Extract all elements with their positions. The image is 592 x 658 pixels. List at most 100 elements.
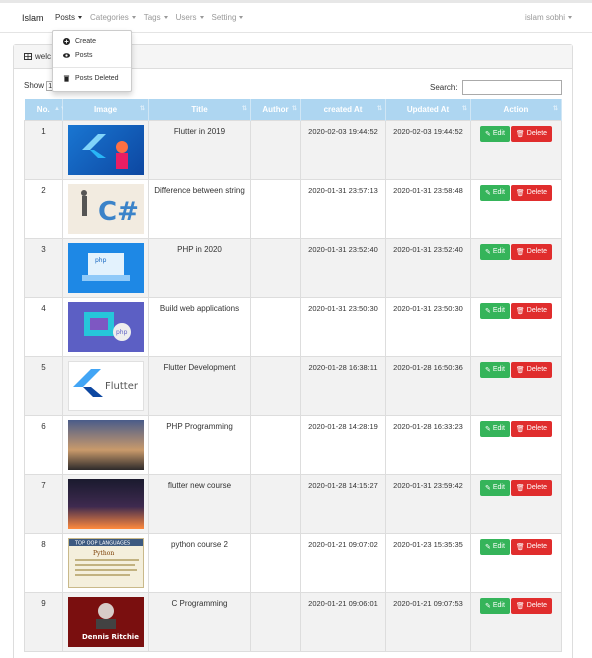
column-header-image[interactable]: Image ⇅ [62, 99, 149, 120]
search-input[interactable] [461, 80, 562, 95]
post-thumbnail[interactable] [67, 478, 144, 529]
cell-title: Flutter in 2019 [148, 119, 251, 180]
cell-no: 4 [24, 296, 63, 357]
nav-categories-label: Categories [90, 13, 129, 22]
edit-button[interactable]: ✎ Edit [479, 479, 510, 496]
nav-setting-label: Setting [211, 13, 237, 22]
delete-button[interactable]: 🗑 Delete [510, 302, 553, 319]
nav-posts[interactable]: Posts [55, 13, 83, 22]
table-row: 5 Flutter Flutter Development 2020-01-28… [24, 355, 562, 416]
cell-no: 2 [24, 178, 63, 239]
column-header-no[interactable]: No. ▲▼ [24, 99, 66, 120]
edit-button[interactable]: ✎ Edit [479, 597, 510, 614]
dropdown-item-create-label: Create [75, 38, 97, 45]
post-thumbnail[interactable]: TOP OOP LANGUAGES Python [67, 537, 144, 588]
cell-author [250, 296, 301, 357]
cell-no: 9 [24, 591, 63, 652]
cell-no: 5 [24, 355, 63, 416]
column-header-action[interactable]: Action ⇅ [470, 99, 562, 120]
dropdown-item-posts-deleted[interactable]: Posts Deleted [63, 75, 119, 82]
sort-icon: ⇅ [377, 106, 383, 112]
dropdown-item-posts[interactable]: Posts [63, 52, 93, 59]
table-row: 4 php Build web applications 2020-01-31 … [24, 296, 562, 357]
delete-button-label: Delete [526, 602, 548, 609]
post-thumbnail[interactable]: php [67, 242, 144, 293]
sort-icon: ⇅ [462, 106, 468, 112]
cell-actions: ✎ Edit 🗑 Delete [470, 119, 562, 180]
php-text: php [95, 257, 107, 264]
edit-button[interactable]: ✎ Edit [479, 243, 510, 260]
delete-button[interactable]: 🗑 Delete [510, 243, 553, 260]
posts-table: No. ▲▼ Image ⇅ Title ⇅ Author ⇅ created At ⇅ … [24, 99, 562, 652]
dropdown-divider [53, 67, 131, 68]
edit-button[interactable]: ✎ Edit [479, 302, 510, 319]
sort-icon: ⇅ [292, 106, 298, 112]
user-menu[interactable]: islam sobhi [525, 13, 572, 22]
post-thumbnail[interactable] [67, 419, 144, 470]
edit-button[interactable]: ✎ Edit [479, 361, 510, 378]
cell-actions: ✎ Edit 🗑 Delete [470, 591, 562, 652]
sort-icon: ⇅ [553, 106, 559, 112]
nav-setting[interactable]: Setting [212, 13, 244, 22]
column-header-created[interactable]: created At ⇅ [300, 99, 386, 120]
edit-button[interactable]: ✎ Edit [479, 420, 510, 437]
cell-updated-at: 2020-01-28 16:50:36 [385, 355, 471, 416]
caret-down-icon [78, 16, 83, 20]
delete-button[interactable]: 🗑 Delete [510, 479, 553, 496]
post-thumbnail[interactable]: Flutter [67, 360, 144, 411]
delete-button[interactable]: 🗑 Delete [510, 597, 553, 614]
column-header-title[interactable]: Title ⇅ [148, 99, 251, 120]
cell-author [250, 237, 301, 298]
python-banner-text: TOP OOP LANGUAGES [74, 540, 130, 546]
cell-created-at: 2020-01-28 14:15:27 [300, 473, 386, 534]
column-header-updated-label: Updated At [406, 104, 450, 114]
delete-button[interactable]: 🗑 Delete [510, 184, 553, 201]
sort-asc-icon: ▲▼ [54, 106, 66, 112]
nav-tags[interactable]: Tags [144, 13, 168, 22]
post-thumbnail[interactable] [67, 124, 144, 175]
cell-title: Flutter Development [148, 355, 251, 416]
table-row: 2 C# Difference between string 2020-01-3… [24, 178, 562, 239]
trash-icon [63, 75, 70, 82]
edit-button[interactable]: ✎ Edit [479, 538, 510, 555]
edit-icon: ✎ [484, 484, 491, 492]
sort-icon: ⇅ [242, 106, 248, 112]
cell-no: 6 [24, 414, 63, 475]
brand-link[interactable]: Islam [22, 13, 44, 23]
nav-users[interactable]: Users [176, 13, 204, 22]
column-header-updated[interactable]: Updated At ⇅ [385, 99, 471, 120]
post-thumbnail[interactable]: php [67, 301, 144, 352]
trash-icon: 🗑 [515, 425, 525, 433]
cell-updated-at: 2020-01-31 23:52:40 [385, 237, 471, 298]
php-badge-text: php [116, 329, 128, 336]
delete-button[interactable]: 🗑 Delete [510, 538, 553, 555]
edit-button[interactable]: ✎ Edit [479, 184, 510, 201]
edit-icon: ✎ [484, 602, 491, 610]
post-thumbnail[interactable]: Dennis Ritchie [67, 596, 144, 647]
table-row: 3 php PHP in 2020 2020-01-31 23:52:40 20… [24, 237, 562, 298]
caret-down-icon [239, 16, 244, 20]
plus-circle-icon [63, 38, 70, 45]
cell-image: C# [62, 178, 149, 239]
edit-button[interactable]: ✎ Edit [479, 125, 510, 142]
nav-categories[interactable]: Categories [90, 13, 136, 22]
table-row: 1 Flutter in 2019 2020-02-03 19:44:52 20… [24, 119, 562, 180]
table-row: 8 TOP OOP LANGUAGES Python python course … [24, 532, 562, 593]
column-header-created-label: created At [323, 104, 363, 114]
cell-created-at: 2020-01-21 09:06:01 [300, 591, 386, 652]
edit-button-label: Edit [492, 366, 505, 373]
trash-icon: 🗑 [515, 602, 525, 610]
flutter-logo-image: Flutter [72, 368, 138, 397]
column-header-author[interactable]: Author ⇅ [250, 99, 301, 120]
cell-image: php [62, 296, 149, 357]
cell-no: 3 [24, 237, 63, 298]
posts-dropdown-menu: Create Posts Posts Deleted [52, 30, 132, 92]
post-thumbnail[interactable]: C# [67, 183, 144, 234]
cell-updated-at: 2020-02-03 19:44:52 [385, 119, 471, 180]
delete-button[interactable]: 🗑 Delete [510, 361, 553, 378]
table-row: 7 flutter new course 2020-01-28 14:15:27… [24, 473, 562, 534]
cell-title: python course 2 [148, 532, 251, 593]
dropdown-item-create[interactable]: Create [63, 38, 96, 45]
delete-button[interactable]: 🗑 Delete [510, 420, 553, 437]
delete-button[interactable]: 🗑 Delete [510, 125, 553, 142]
